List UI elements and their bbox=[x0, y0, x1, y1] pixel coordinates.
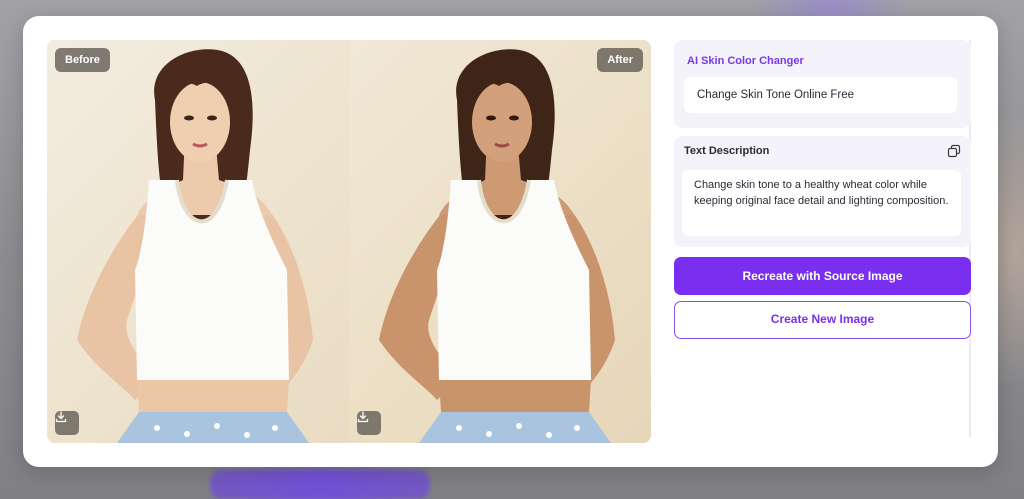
result-modal: Before After AI Skin Color Changer Chang… bbox=[23, 16, 998, 467]
before-photo bbox=[77, 49, 313, 443]
before-image: Before bbox=[47, 40, 349, 443]
before-label: Before bbox=[55, 48, 110, 72]
model-name-field: Change Skin Tone Online Free bbox=[684, 77, 957, 113]
download-icon bbox=[357, 411, 369, 423]
after-image: After bbox=[349, 40, 651, 443]
description-card: Text Description Change skin tone to a h… bbox=[674, 136, 971, 247]
settings-panel: AI Skin Color Changer Change Skin Tone O… bbox=[674, 40, 971, 437]
after-label: After bbox=[597, 48, 643, 72]
download-icon bbox=[55, 411, 67, 423]
background-button-shadow bbox=[210, 470, 430, 499]
description-text: Change skin tone to a healthy wheat colo… bbox=[682, 170, 961, 236]
create-new-image-button[interactable]: Create New Image bbox=[674, 301, 971, 339]
after-photo bbox=[379, 49, 615, 443]
model-card: AI Skin Color Changer Change Skin Tone O… bbox=[674, 40, 971, 128]
download-after-button[interactable] bbox=[357, 411, 381, 435]
description-title: Text Description bbox=[684, 145, 770, 157]
recreate-with-source-button[interactable]: Recreate with Source Image bbox=[674, 257, 971, 295]
download-before-button[interactable] bbox=[55, 411, 79, 435]
copy-icon[interactable] bbox=[947, 144, 961, 158]
model-title: AI Skin Color Changer bbox=[687, 55, 804, 67]
before-after-comparison: Before After bbox=[47, 40, 651, 443]
